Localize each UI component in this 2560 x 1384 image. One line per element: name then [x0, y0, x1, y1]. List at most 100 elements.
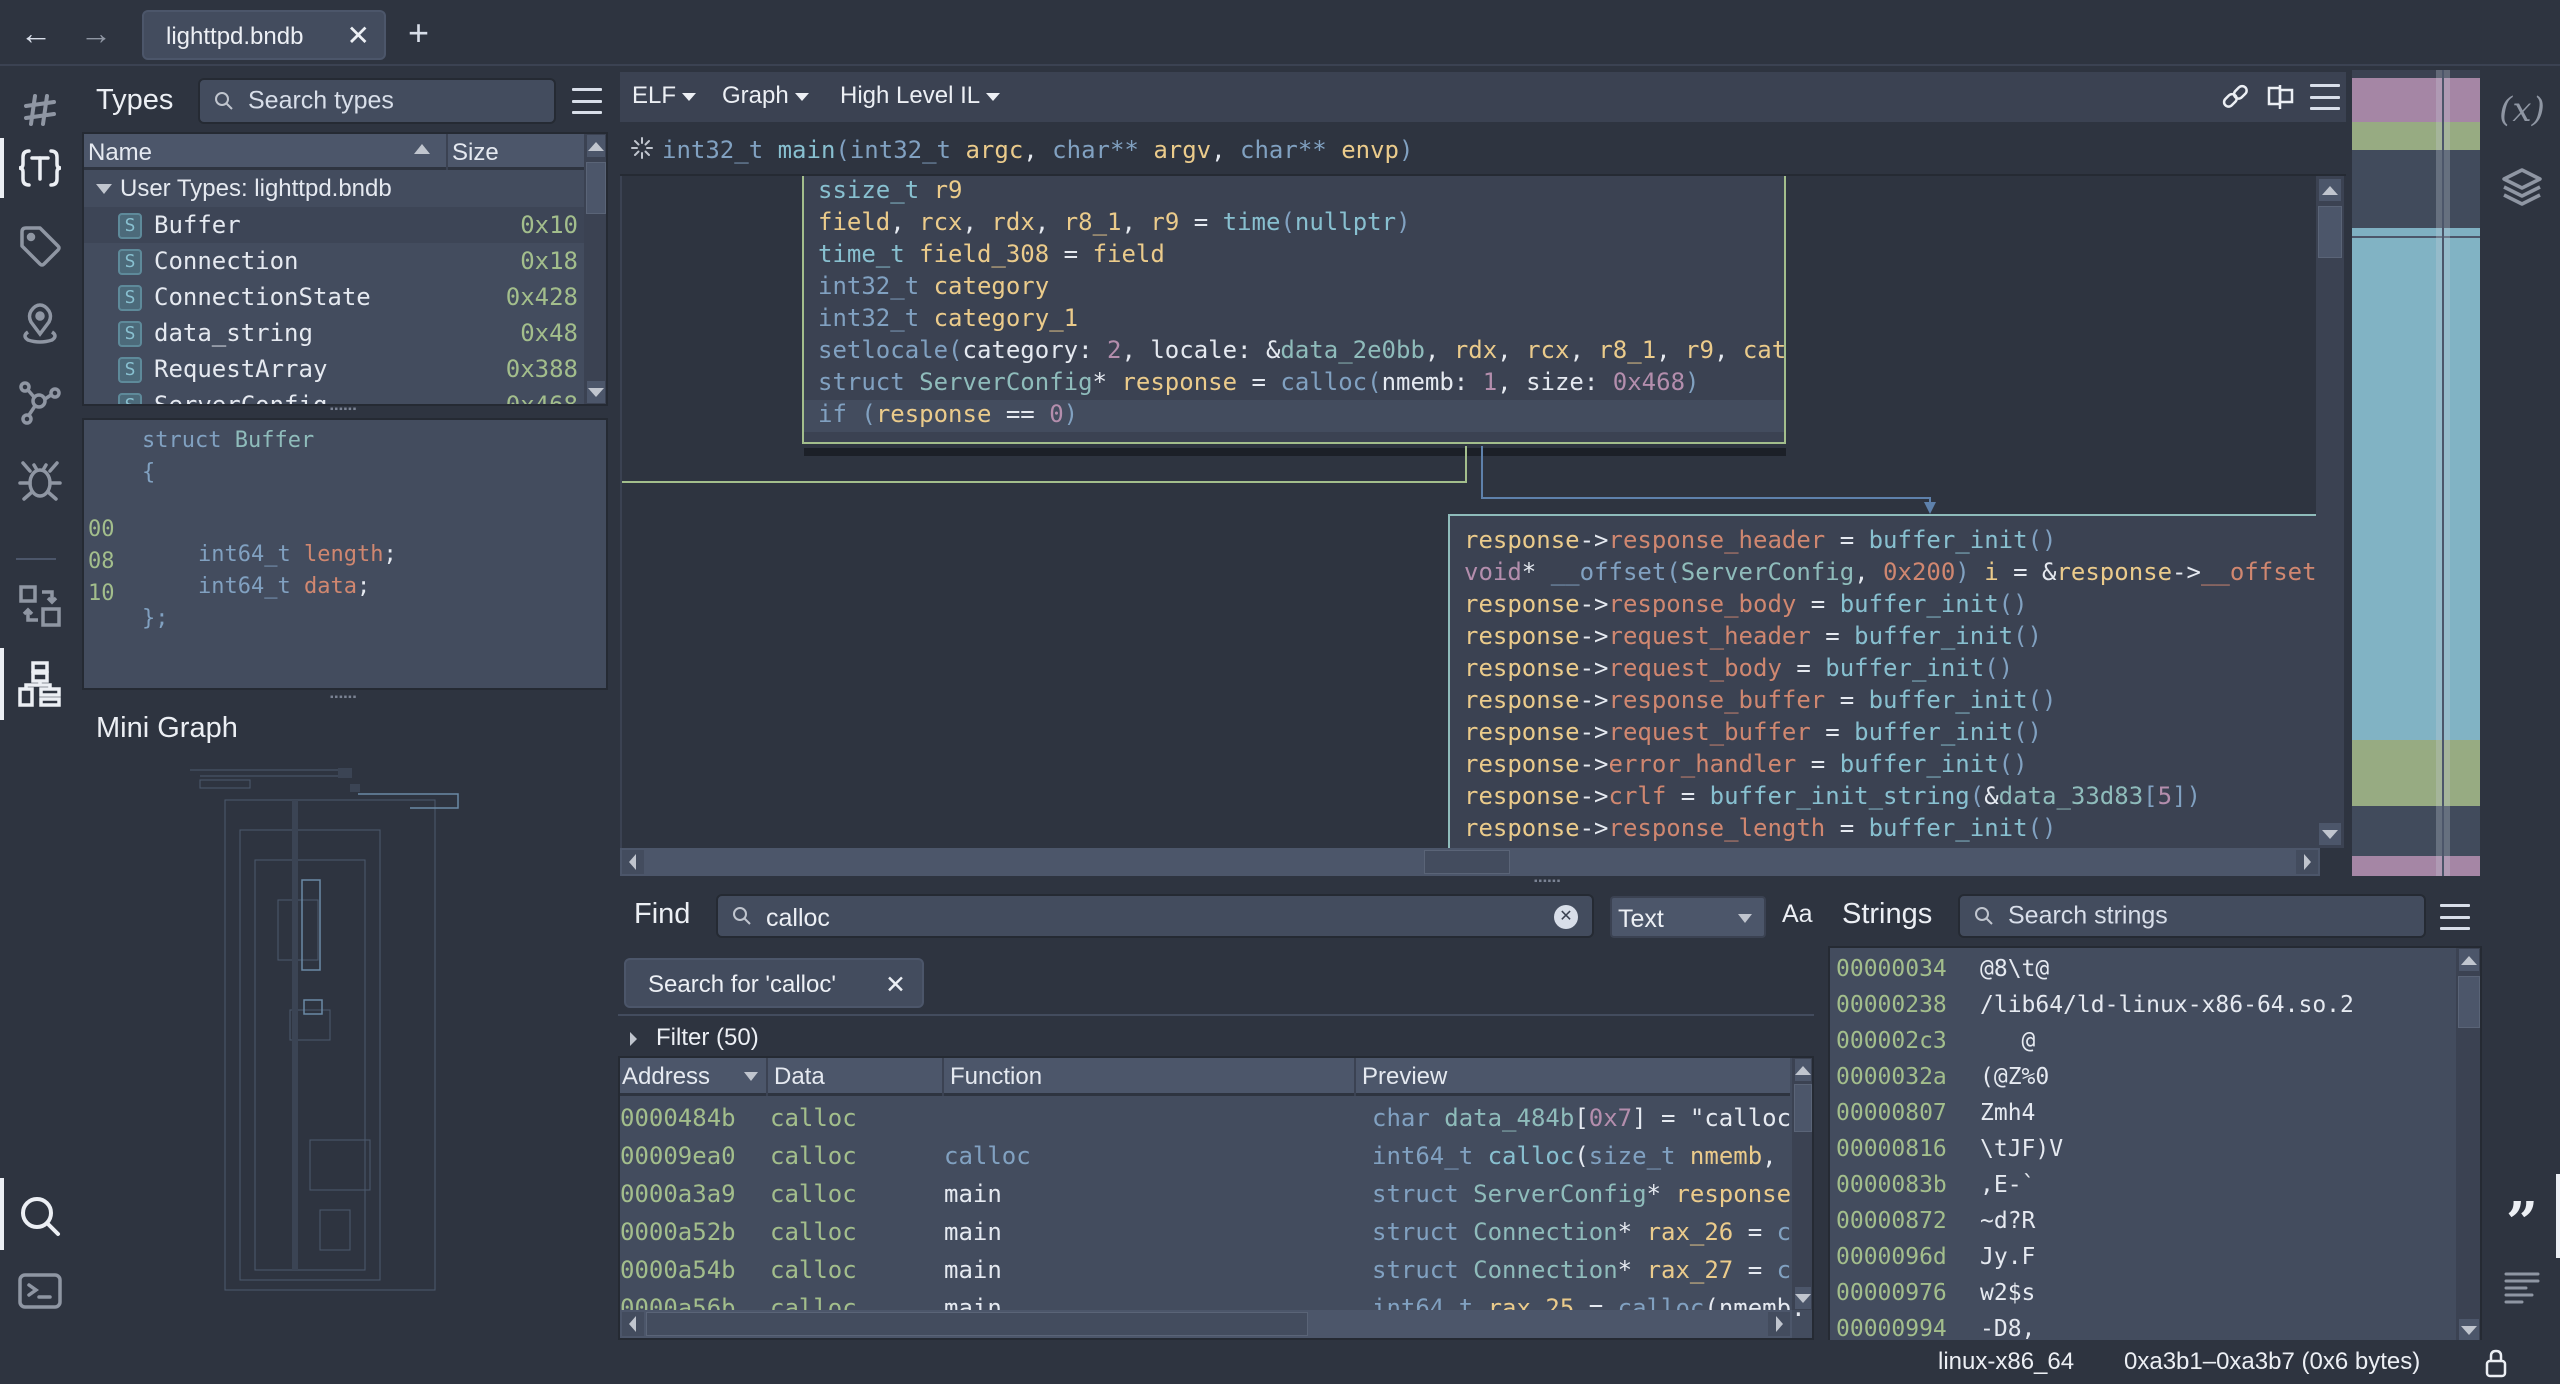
column-header-preview[interactable]: Preview	[1362, 1063, 1447, 1091]
view-type-dropdown[interactable]: ELF	[632, 82, 697, 110]
results-vertical-scrollbar[interactable]	[1792, 1058, 1812, 1310]
column-header-address[interactable]: Address	[622, 1063, 710, 1091]
result-row[interactable]: 00009ea0 calloc calloc int64_t calloc(si…	[620, 1136, 1806, 1174]
types-search-input[interactable]: Search types	[198, 78, 556, 124]
type-row[interactable]: S RequestArray 0x388	[84, 351, 584, 387]
il-line[interactable]: struct ServerConfig* response = calloc(n…	[818, 368, 1699, 400]
view-mode-dropdown[interactable]: Graph	[722, 82, 809, 110]
scroll-right-button[interactable]	[1768, 1312, 1790, 1336]
type-row[interactable]: S Connection 0x18	[84, 243, 584, 279]
column-header-data[interactable]: Data	[774, 1063, 825, 1091]
scroll-up-button[interactable]	[2458, 948, 2480, 972]
sidebar-item-console[interactable]	[12, 1264, 68, 1320]
scrollbar-thumb[interactable]	[1794, 1084, 1812, 1132]
sidebar-item-layers[interactable]	[2496, 162, 2548, 214]
scrollbar-thumb[interactable]	[2458, 976, 2480, 1028]
il-line[interactable]: response->request_header = buffer_init()	[1464, 622, 2042, 654]
sidebar-item-strings[interactable]: ”	[2496, 1188, 2548, 1251]
il-line[interactable]: response->request_buffer = buffer_init()	[1464, 718, 2042, 750]
struct-field-row[interactable]: 08 int64_t data;	[84, 524, 606, 599]
strings-vertical-scrollbar[interactable]	[2456, 948, 2480, 1340]
il-line-selected[interactable]: if (response == 0)	[804, 400, 1784, 432]
sidebar-item-graph[interactable]	[12, 374, 68, 430]
il-line[interactable]: ssize_t r9	[818, 176, 963, 208]
scroll-up-button[interactable]	[2318, 178, 2342, 202]
il-line[interactable]: int32_t category_1	[818, 304, 1078, 336]
sidebar-item-types[interactable]	[12, 140, 68, 196]
sidebar-item-find[interactable]	[12, 1188, 68, 1244]
il-line[interactable]: setlocale(category: 2, locale: &data_2e0…	[818, 336, 1784, 368]
scrollbar-thumb[interactable]	[1424, 850, 1510, 874]
types-menu-button[interactable]	[572, 88, 602, 114]
splitter-handle[interactable]: ▪▪▪▪▪▪	[330, 404, 357, 415]
sidebar-item-mini-graph[interactable]	[12, 656, 68, 712]
il-line[interactable]: response->response_buffer = buffer_init(…	[1464, 686, 2056, 718]
struct-field-row[interactable]: 00 int64_t length;	[84, 492, 606, 567]
results-horizontal-scrollbar[interactable]	[620, 1310, 1792, 1338]
column-header-name[interactable]: Name	[88, 139, 152, 167]
graph-horizontal-scrollbar[interactable]	[620, 848, 2320, 876]
sidebar-item-cross-references[interactable]	[12, 578, 68, 634]
basic-block[interactable]: ssize_t r9 field, rcx, rdx, r8_1, r9 = t…	[802, 176, 1786, 444]
basic-block[interactable]: response->response_header = buffer_init(…	[1448, 514, 2320, 848]
column-header-size[interactable]: Size	[444, 139, 499, 167]
scroll-left-button[interactable]	[622, 1312, 644, 1336]
result-row[interactable]: 0000a52b calloc main struct Connection* …	[620, 1212, 1806, 1250]
il-line[interactable]: response->error_handler = buffer_init()	[1464, 750, 2028, 782]
split-view-icon[interactable]	[2266, 84, 2296, 110]
il-line[interactable]: response->response_body = buffer_init()	[1464, 590, 2028, 622]
splitter-handle[interactable]: ▪▪▪▪▪▪	[330, 692, 357, 703]
type-row[interactable]: S ConnectionState 0x428	[84, 279, 584, 315]
lock-icon[interactable]	[2484, 1348, 2508, 1378]
scrollbar-thumb[interactable]	[646, 1312, 1308, 1336]
type-group-user-types[interactable]: User Types: lighttpd.bndb	[84, 171, 584, 207]
find-query-input[interactable]: calloc ✕	[716, 894, 1594, 938]
scroll-left-button[interactable]	[622, 850, 644, 874]
result-row[interactable]: 0000a3a9 calloc main struct ServerConfig…	[620, 1174, 1791, 1212]
scrollbar-thumb[interactable]	[586, 162, 606, 214]
il-line[interactable]: field, rcx, rdx, r8_1, r9 = time(nullptr…	[818, 208, 1411, 240]
back-button[interactable]: ←	[16, 14, 56, 54]
graph-canvas[interactable]: ssize_t r9 field, rcx, rdx, r8_1, r9 = t…	[620, 176, 2320, 848]
clear-search-icon[interactable]: ✕	[1554, 905, 1578, 929]
mini-graph-canvas[interactable]	[160, 760, 540, 1340]
link-icon[interactable]	[2220, 82, 2250, 112]
il-line[interactable]: time_t field_308 = field	[818, 240, 1165, 272]
sidebar-item-debugger[interactable]	[12, 452, 68, 508]
close-tab-icon[interactable]: ✕	[347, 19, 370, 52]
il-level-dropdown[interactable]: High Level IL	[840, 82, 1001, 110]
strings-search-input[interactable]: Search strings	[1958, 894, 2426, 938]
close-chip-icon[interactable]: ✕	[885, 970, 906, 1000]
scroll-up-button[interactable]	[586, 134, 606, 158]
il-line[interactable]: response->response_length = buffer_init(…	[1464, 814, 2056, 846]
forward-button[interactable]: →	[76, 14, 116, 54]
il-line[interactable]: int32_t category	[818, 272, 1049, 304]
type-row[interactable]: S Buffer 0x10	[84, 207, 584, 243]
new-tab-button[interactable]: +	[408, 12, 429, 54]
result-row[interactable]: 0000a54b calloc main struct Connection* …	[620, 1250, 1806, 1288]
il-line[interactable]: void* __offset(ServerConfig, 0x200) i = …	[1464, 558, 2320, 590]
graph-vertical-scrollbar[interactable]	[2316, 176, 2344, 848]
sidebar-item-locations[interactable]	[12, 296, 68, 352]
function-signature[interactable]: int32_t main(int32_t argc, char** argv, …	[662, 136, 1413, 164]
file-tab[interactable]: lighttpd.bndb ✕	[142, 10, 386, 60]
sidebar-item-text[interactable]	[2496, 1262, 2548, 1314]
find-mode-select[interactable]: Text	[1610, 896, 1766, 938]
scrollbar-thumb[interactable]	[2318, 206, 2342, 258]
case-sensitive-toggle[interactable]: Aa	[1782, 900, 1813, 929]
scroll-right-button[interactable]	[2296, 850, 2318, 874]
strings-menu-button[interactable]	[2440, 904, 2470, 930]
splitter-handle[interactable]: ▪▪▪▪▪▪	[1534, 876, 1561, 887]
type-row[interactable]: S data_string 0x48	[84, 315, 584, 351]
scroll-down-button[interactable]	[2318, 822, 2342, 846]
sidebar-item-tags-hash[interactable]	[12, 82, 68, 138]
il-line[interactable]: response->request_body = buffer_init()	[1464, 654, 2013, 686]
il-line[interactable]: response->response_header = buffer_init(…	[1464, 526, 2056, 558]
platform-label[interactable]: linux-x86_64	[1938, 1348, 2074, 1376]
sidebar-item-tags[interactable]	[12, 218, 68, 274]
binary-overview-map[interactable]	[2352, 70, 2480, 876]
scroll-down-button[interactable]	[1794, 1286, 1812, 1310]
types-vertical-scrollbar[interactable]	[584, 134, 606, 404]
graph-menu-button[interactable]	[2310, 84, 2340, 110]
scroll-up-button[interactable]	[1794, 1058, 1812, 1082]
